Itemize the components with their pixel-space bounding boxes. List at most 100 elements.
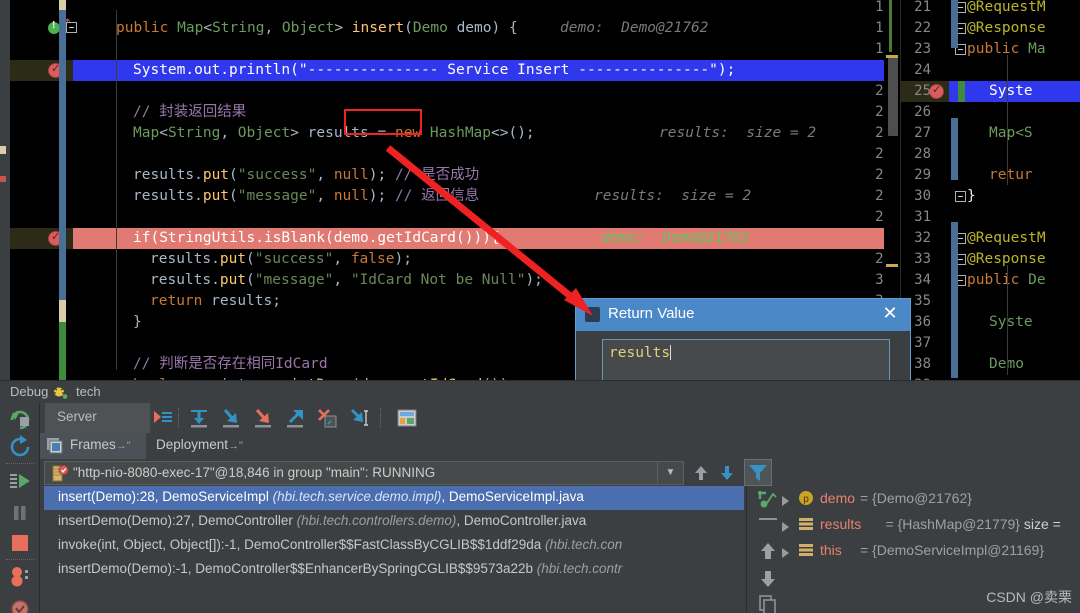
arrow-up-icon[interactable]	[690, 463, 712, 483]
force-step-into-icon[interactable]	[252, 407, 274, 429]
watermark: CSDN @卖栗	[986, 587, 1072, 607]
line-number: 23	[903, 39, 931, 60]
field-icon	[798, 542, 814, 558]
code-line[interactable]: results.put("success", null); // 是否成功	[133, 165, 479, 186]
breakpoint-icon[interactable]	[929, 84, 944, 99]
step-separator-2	[380, 408, 381, 428]
ide-window: 1718↑1920212223242526272829303132333435 …	[0, 0, 1080, 613]
copy-icon[interactable]	[757, 594, 779, 613]
chevron-right-icon[interactable]	[782, 548, 789, 558]
thread-selector[interactable]: "http-nio-8080-exec-17"@18,846 in group …	[44, 461, 684, 485]
inline-variable-hint: results: size = 2	[594, 186, 751, 207]
toolbar-separator-1	[6, 463, 34, 464]
return-value-text: results	[609, 345, 670, 361]
move-down-icon[interactable]	[757, 568, 779, 590]
show-execution-point-icon[interactable]	[152, 407, 174, 429]
svg-text:p: p	[803, 494, 809, 505]
right-fold-bar[interactable]	[951, 0, 965, 380]
tab-deployment[interactable]: Deployment→"	[146, 433, 256, 459]
restart-icon[interactable]	[8, 435, 32, 459]
editor-pane-right[interactable]: @RequestM21@Response22public Ma2324Syste…	[900, 0, 1080, 380]
code-line[interactable]: if(StringUtils.isBlank(demo.getIdCard())…	[133, 228, 500, 249]
code-line[interactable]: public Map<String, Object> insert(Demo d…	[116, 18, 518, 39]
line-number: 26	[903, 102, 931, 123]
code-line[interactable]: }	[133, 312, 142, 333]
tab-frames-label: Frames	[70, 437, 116, 452]
filter-icon[interactable]	[744, 459, 772, 486]
chevron-right-icon[interactable]	[782, 522, 789, 532]
dialog-title: Return Value	[608, 305, 694, 322]
code-line[interactable]: Syste	[989, 81, 1033, 102]
view-breakpoints-icon[interactable]	[8, 565, 32, 589]
list-item[interactable]: insertDemo(Demo):27, DemoController (hbi…	[44, 510, 744, 534]
step-over-icon[interactable]	[188, 407, 210, 429]
mute-breakpoints-icon[interactable]	[8, 595, 32, 613]
step-into-icon[interactable]	[220, 407, 242, 429]
drop-frame-icon[interactable]	[316, 407, 338, 429]
code-line[interactable]: @RequestM	[967, 0, 1046, 18]
code-line[interactable]: Map<S	[989, 123, 1033, 144]
code-line[interactable]: // 封装返回结果	[133, 102, 246, 123]
vcs-marker-modified	[59, 0, 66, 10]
frame-nav-buttons	[690, 461, 742, 485]
vcs-marker-modified-2	[59, 300, 66, 322]
chevron-down-icon[interactable]: ▼	[657, 462, 683, 484]
variable-value: = {DemoServiceImpl@21169}	[860, 542, 1044, 558]
editor-vertical-scrollbar[interactable]	[888, 58, 898, 136]
stop-icon[interactable]	[8, 531, 32, 555]
resume-program-icon[interactable]	[8, 469, 32, 493]
code-line[interactable]: @Response	[967, 18, 1046, 39]
pause-program-icon[interactable]	[8, 501, 32, 525]
code-line[interactable]: @RequestM	[967, 228, 1046, 249]
code-line[interactable]: results.put("success", false);	[150, 249, 412, 270]
line-number: 30	[903, 186, 931, 207]
indent-guide-2	[1007, 265, 1008, 375]
evaluate-expression-icon[interactable]	[396, 407, 418, 429]
code-line[interactable]: return results;	[150, 291, 281, 312]
close-icon[interactable]: ✕	[880, 304, 900, 324]
code-line[interactable]: results.put("message", null); // 返回信息	[133, 186, 479, 207]
list-item[interactable]: insert(Demo):28, DemoServiceImpl (hbi.te…	[44, 486, 744, 510]
debug-label: Debug	[10, 384, 48, 399]
debug-left-toolbar	[0, 403, 40, 613]
debug-subtabs: Frames→" Deployment→"	[40, 433, 1080, 459]
tab-server[interactable]: Server	[45, 403, 150, 433]
step-separator	[178, 408, 179, 428]
debug-process-name: tech	[76, 384, 101, 399]
tab-frames[interactable]: Frames→"	[40, 433, 146, 459]
tab-deployment-label: Deployment	[156, 437, 228, 452]
code-line[interactable]: System.out.println("--------------- Serv…	[133, 60, 735, 81]
step-out-icon[interactable]	[284, 407, 306, 429]
code-line[interactable]: }	[967, 186, 976, 207]
text-caret	[670, 345, 671, 360]
marker-tan	[0, 146, 6, 154]
vcs-marker-added-2	[59, 322, 66, 380]
arrow-down-icon[interactable]	[716, 463, 738, 483]
move-up-icon[interactable]	[757, 540, 779, 562]
list-item[interactable]: pdemo= {Demo@21762}	[788, 486, 1080, 512]
marker-red	[0, 176, 6, 182]
list-item[interactable]: this= {DemoServiceImpl@21169}	[788, 538, 1080, 564]
code-line[interactable]: retur	[989, 165, 1033, 186]
code-line[interactable]: // 判断是否存在相同IdCard	[133, 354, 328, 375]
add-watch-icon[interactable]	[757, 488, 779, 510]
frames-list[interactable]: insert(Demo):28, DemoServiceImpl (hbi.te…	[44, 486, 744, 613]
code-line[interactable]: Syste	[989, 312, 1033, 333]
run-to-cursor-icon[interactable]	[348, 407, 370, 429]
stripe-tick-warning-2[interactable]	[886, 264, 898, 267]
code-line[interactable]: Map<String, Object> results = new HashMa…	[133, 123, 535, 144]
list-item[interactable]: insertDemo(Demo):-1, DemoController$$Enh…	[44, 558, 744, 582]
code-line[interactable]: results.put("message", "IdCard Not be Nu…	[150, 270, 543, 291]
line-number: 34	[903, 270, 931, 291]
fold-bar[interactable]	[66, 0, 73, 380]
chevron-right-icon[interactable]	[782, 496, 789, 506]
line-number: 25	[903, 81, 931, 102]
list-item[interactable]: results= {HashMap@21779} size =	[788, 512, 1080, 538]
list-item[interactable]: invoke(int, Object, Object[]):-1, DemoCo…	[44, 534, 744, 558]
inline-variable-hint: results: size = 2	[659, 123, 816, 144]
remove-icon[interactable]	[759, 518, 777, 520]
inline-variable-hint: demo: Demo@21762	[560, 18, 708, 39]
line-number: 22	[903, 18, 931, 39]
rerun-icon[interactable]	[8, 407, 32, 431]
variable-size: size =	[1024, 516, 1061, 532]
